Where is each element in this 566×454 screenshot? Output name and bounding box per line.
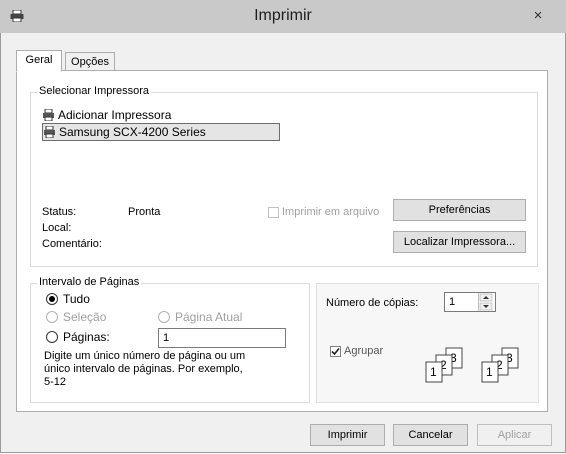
tab-opcoes[interactable]: Opções — [65, 52, 115, 72]
close-icon: × — [533, 7, 543, 24]
range-selection-radio[interactable] — [46, 311, 58, 323]
cancel-button[interactable]: Cancelar — [393, 424, 468, 446]
stepper-arrows-icon — [479, 293, 493, 311]
printer-list-item-add[interactable]: Adicionar Impressora — [42, 107, 171, 123]
status-value: Pronta — [128, 206, 161, 218]
find-printer-button[interactable]: Localizar Impressora... — [393, 231, 526, 253]
comment-label: Comentário: — [42, 238, 102, 250]
range-help-line3: 5-12 — [44, 376, 67, 388]
range-pages-label: Páginas: — [63, 330, 110, 344]
copies-stepper[interactable] — [478, 293, 493, 311]
print-to-file-checkbox[interactable] — [268, 207, 279, 218]
status-label: Status: — [42, 206, 77, 218]
close-button[interactable]: × — [518, 5, 558, 27]
preferences-button[interactable]: Preferências — [393, 199, 526, 221]
add-printer-icon — [43, 109, 54, 121]
print-to-file-label: Imprimir em arquivo — [282, 206, 380, 218]
printer-list-item-label: Samsung SCX-4200 Series — [59, 125, 206, 139]
location-label: Local: — [42, 222, 72, 234]
printer-list-item-label: Adicionar Impressora — [58, 108, 172, 122]
printer-icon — [44, 126, 55, 138]
collate-illustration-icon: 3 2 1 3 2 1 — [425, 347, 519, 383]
page-range-legend: Intervalo de Páginas — [37, 276, 142, 288]
printer-list-item-samsung[interactable]: Samsung SCX-4200 Series — [42, 123, 280, 141]
checkmark-icon — [331, 347, 340, 356]
range-pages-radio[interactable] — [46, 331, 58, 343]
range-current-page-label: Página Atual — [175, 310, 243, 324]
title-bar: Imprimir × — [0, 0, 566, 33]
print-button[interactable]: Imprimir — [310, 424, 385, 446]
collate-label: Agrupar — [344, 345, 384, 357]
collate-checkbox[interactable] — [330, 346, 341, 357]
collate-page-1b: 1 — [486, 365, 493, 379]
tab-geral[interactable]: Geral — [16, 50, 62, 72]
copies-label: Número de cópias: — [326, 297, 419, 309]
printer-select-legend: Selecionar Impressora — [37, 85, 152, 97]
range-help-line2: único intervalo de páginas. Por exemplo, — [44, 363, 243, 375]
collate-page-1: 1 — [430, 365, 437, 379]
range-current-page-radio[interactable] — [158, 311, 170, 323]
copies-value: 1 — [449, 296, 456, 308]
printer-list[interactable]: Adicionar Impressora Samsung SCX-4200 Se… — [36, 103, 536, 183]
apply-button[interactable]: Aplicar — [477, 424, 552, 446]
range-all-label: Tudo — [63, 292, 90, 306]
range-help-line1: Digite um único número de página ou um — [44, 350, 246, 362]
range-selection-label: Seleção — [63, 310, 107, 324]
pages-input[interactable]: 1 — [158, 328, 286, 348]
range-all-radio[interactable] — [46, 293, 58, 305]
window-title: Imprimir — [254, 7, 312, 24]
